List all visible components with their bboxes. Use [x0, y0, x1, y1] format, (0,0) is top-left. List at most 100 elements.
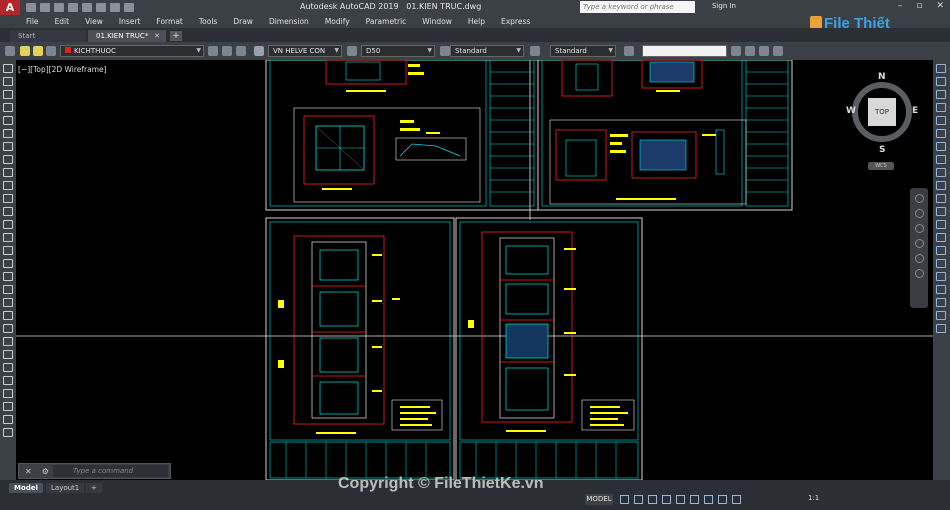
dimension-break-icon[interactable] [936, 220, 946, 229]
multileader-style-select[interactable]: Standard ▼ [550, 45, 616, 57]
make-block-icon[interactable] [3, 220, 13, 229]
construction-line-icon[interactable] [3, 77, 13, 86]
array-icon[interactable] [3, 376, 13, 385]
menu-parametric[interactable]: Parametric [366, 17, 407, 26]
navbar-settings-icon[interactable] [914, 269, 924, 278]
autoscale-icon[interactable] [732, 495, 741, 504]
arc-icon[interactable] [3, 129, 13, 138]
open-icon[interactable] [40, 3, 50, 12]
menu-modify[interactable]: Modify [325, 17, 350, 26]
showmotion-icon[interactable] [914, 254, 924, 263]
drawing-viewport[interactable]: [−][Top][2D Wireframe] TOP N S W E WCS [16, 60, 933, 480]
tab-start[interactable]: Start [10, 30, 86, 42]
plot-icon[interactable] [82, 3, 92, 12]
layer-lock-icon[interactable] [46, 46, 56, 56]
erase-icon[interactable] [3, 324, 13, 333]
viewcube[interactable]: TOP N S W E [846, 72, 922, 162]
object-snap-icon[interactable] [704, 495, 713, 504]
layer-previous-icon[interactable] [236, 46, 246, 56]
rotate-icon[interactable] [3, 402, 13, 411]
tool-a-icon[interactable] [731, 46, 741, 56]
layer-properties-icon[interactable] [5, 46, 15, 56]
close-command-icon[interactable]: ✕ [25, 467, 32, 476]
model-space-button[interactable]: MODEL [585, 494, 613, 505]
table-icon[interactable] [3, 285, 13, 294]
compass-west[interactable]: W [846, 106, 856, 116]
scale-icon[interactable] [3, 415, 13, 424]
dimension-angular-icon[interactable] [936, 155, 946, 164]
point-icon[interactable] [3, 233, 13, 242]
tool-b-icon[interactable] [745, 46, 755, 56]
close-icon[interactable]: ✕ [936, 1, 944, 11]
menu-format[interactable]: Format [156, 17, 182, 26]
menu-view[interactable]: View [85, 17, 103, 26]
dimension-ordinate-icon[interactable] [936, 103, 946, 112]
save-as-icon[interactable] [68, 3, 78, 12]
menu-help[interactable]: Help [468, 17, 485, 26]
menu-window[interactable]: Window [422, 17, 452, 26]
dimension-aligned-icon[interactable] [936, 77, 946, 86]
copy-icon[interactable] [3, 337, 13, 346]
table-style-select[interactable]: Standard ▼ [450, 45, 524, 57]
command-input[interactable]: Type a command [52, 465, 168, 477]
snap-icon[interactable] [634, 495, 643, 504]
orbit-icon[interactable] [914, 239, 924, 248]
search-input[interactable]: Type a keyword or phrase [580, 1, 695, 13]
dimension-edit-icon[interactable] [936, 285, 946, 294]
close-tab-icon[interactable]: ✕ [154, 30, 160, 42]
spline-icon[interactable] [3, 168, 13, 177]
gradient-icon[interactable] [3, 259, 13, 268]
menu-express[interactable]: Express [501, 17, 530, 26]
text-style-select[interactable]: VN HELVE CON ▼ [268, 45, 342, 57]
ellipse-arc-icon[interactable] [3, 194, 13, 203]
menu-tools[interactable]: Tools [199, 17, 217, 26]
layer-on-icon[interactable] [20, 46, 30, 56]
dimension-text-edit-icon[interactable] [936, 298, 946, 307]
center-mark-icon[interactable] [936, 246, 946, 255]
viewport-controls[interactable]: [−][Top][2D Wireframe] [18, 65, 107, 74]
annotation-scale[interactable]: 1:1 [808, 494, 819, 502]
hatch-icon[interactable] [3, 246, 13, 255]
tab-layout1[interactable]: Layout1 [46, 483, 85, 493]
sheet-bottom-left[interactable] [265, 217, 455, 480]
layer-match-icon[interactable] [222, 46, 232, 56]
inspection-icon[interactable] [936, 259, 946, 268]
compass-south[interactable]: S [879, 145, 885, 155]
ellipse-icon[interactable] [3, 181, 13, 190]
move-icon[interactable] [3, 389, 13, 398]
add-selected-icon[interactable] [3, 311, 13, 320]
command-settings-icon[interactable]: ⚙ [42, 467, 49, 476]
line-icon[interactable] [3, 64, 13, 73]
zoom-icon[interactable] [914, 224, 924, 233]
pan-icon[interactable] [914, 209, 924, 218]
object-snap-tracking-icon[interactable] [690, 495, 699, 504]
annotation-visibility-icon[interactable] [718, 495, 727, 504]
sheet-bottom-right[interactable] [455, 217, 643, 480]
polar-icon[interactable] [662, 495, 671, 504]
region-icon[interactable] [3, 272, 13, 281]
compass-north[interactable]: N [878, 72, 886, 82]
revision-cloud-icon[interactable] [3, 155, 13, 164]
grid-icon[interactable] [620, 495, 629, 504]
save-icon[interactable] [54, 3, 64, 12]
menu-dimension[interactable]: Dimension [269, 17, 309, 26]
new-tab-button[interactable]: + [170, 31, 182, 41]
dimension-update-icon[interactable] [936, 311, 946, 320]
polyline-icon[interactable] [3, 90, 13, 99]
insert-block-icon[interactable] [3, 207, 13, 216]
dimension-jogged-icon[interactable] [936, 129, 946, 138]
ortho-icon[interactable] [648, 495, 657, 504]
tolerance-icon[interactable] [936, 233, 946, 242]
layer-select[interactable]: KICHTHUOC ▼ [60, 45, 204, 57]
menu-edit[interactable]: Edit [55, 17, 70, 26]
polygon-icon[interactable] [3, 103, 13, 112]
mirror-icon[interactable] [3, 350, 13, 359]
tool-d-icon[interactable] [773, 46, 783, 56]
redo-icon[interactable] [110, 3, 120, 12]
layer-state-input[interactable] [642, 45, 727, 57]
tool-c-icon[interactable] [759, 46, 769, 56]
dimension-diameter-icon[interactable] [936, 142, 946, 151]
sign-in-link[interactable]: Sign In [712, 2, 736, 10]
dimension-radius-icon[interactable] [936, 116, 946, 125]
dimension-baseline-icon[interactable] [936, 181, 946, 190]
